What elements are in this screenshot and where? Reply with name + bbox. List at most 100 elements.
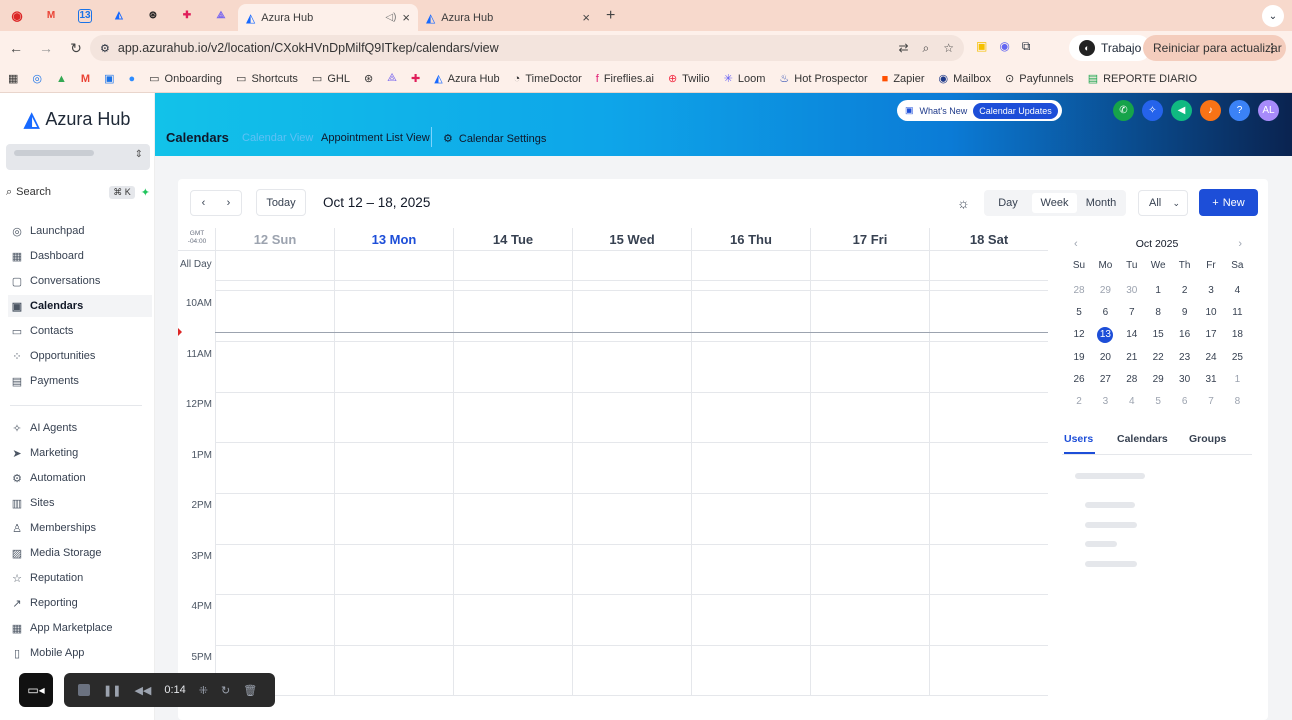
mini-calendar-day[interactable]: 6	[1172, 394, 1198, 410]
tab-groups[interactable]: Groups	[1189, 433, 1226, 445]
tab-azura-hub-active[interactable]: ◭ Azura Hub ◁) ×	[238, 4, 418, 31]
bookmark-twilio[interactable]: ⊕ Twilio	[668, 72, 710, 86]
mini-calendar-day[interactable]: 15	[1145, 327, 1171, 343]
mini-calendar-day[interactable]: 29	[1092, 283, 1118, 299]
mini-calendar-day[interactable]: 2	[1172, 283, 1198, 299]
bookmark-slack-icon[interactable]: ✚	[411, 72, 420, 85]
bookmark-ghl[interactable]: ▭ GHL	[312, 72, 350, 86]
day-header-tue[interactable]: 14 Tue	[453, 228, 572, 250]
bookmark-clickup-icon[interactable]: ⟁	[387, 72, 397, 85]
mini-calendar-day[interactable]: 5	[1066, 305, 1092, 321]
site-info-icon[interactable]: ⚙	[100, 42, 110, 55]
sidebar-item-memberships[interactable]: ♙ Memberships	[8, 517, 152, 539]
speaker-icon[interactable]: ◁)	[385, 12, 396, 23]
bookmark-zapier[interactable]: ■ Zapier	[882, 73, 925, 85]
bookmark-star-icon[interactable]: ☆	[943, 41, 954, 56]
mini-calendar-day[interactable]: 5	[1145, 394, 1171, 410]
close-tab-icon[interactable]: ×	[582, 10, 590, 25]
mini-calendar-day[interactable]: 6	[1092, 305, 1118, 321]
bookmark-loom[interactable]: ✳ Loom	[724, 72, 766, 86]
mini-calendar-day[interactable]: 26	[1066, 372, 1092, 388]
mini-calendar-day[interactable]: 4	[1119, 394, 1145, 410]
stop-icon[interactable]	[78, 684, 90, 696]
sidebar-item-launchpad[interactable]: ◎ Launchpad	[8, 220, 152, 242]
tab-search-icon[interactable]: ⌄	[1262, 5, 1284, 27]
reload-icon[interactable]: ↻	[62, 40, 90, 57]
sidebar-search[interactable]: ⌕ Search ⌘ K ✦	[6, 182, 150, 202]
mini-calendar-day[interactable]: 16	[1172, 327, 1198, 343]
tab-azura-hub[interactable]: ◭ Azura Hub ×	[418, 4, 598, 31]
trash-icon[interactable]: 🗑	[243, 684, 257, 697]
whats-new-pill[interactable]: ▣ What's New Calendar Updates	[897, 100, 1062, 121]
mini-calendar-day[interactable]: 9	[1172, 305, 1198, 321]
mini-calendar-day[interactable]: 11	[1224, 305, 1250, 321]
sidebar-item-payments[interactable]: ▤ Payments	[8, 370, 152, 392]
mini-calendar-day[interactable]: 31	[1198, 372, 1224, 388]
today-button[interactable]: Today	[256, 189, 306, 216]
translate-icon[interactable]: ⇄	[898, 41, 908, 56]
update-button[interactable]: Reiniciar para actualizar ⋮	[1143, 35, 1286, 61]
view-week-button[interactable]: Week	[1032, 193, 1077, 213]
bookmark-chatgpt-icon[interactable]: ⊛	[364, 72, 373, 85]
bookmark-zoom-icon[interactable]: ●	[128, 73, 135, 85]
profile-button[interactable]: ◐ Trabajo	[1069, 35, 1152, 61]
pinned-tab-chatgpt[interactable]: ⊛	[136, 0, 170, 31]
megaphone-icon[interactable]: ◀	[1171, 100, 1192, 121]
mini-calendar-day[interactable]: 12	[1066, 327, 1092, 343]
bookmark-gmail-icon[interactable]: M	[81, 73, 90, 85]
day-header-mon[interactable]: 13 Mon	[334, 228, 453, 250]
mini-calendar-day[interactable]: 30	[1172, 372, 1198, 388]
help-icon[interactable]: ?	[1229, 100, 1250, 121]
forward-icon[interactable]: →	[32, 40, 60, 56]
mini-calendar-day[interactable]: 24	[1198, 350, 1224, 366]
sidebar-item-reputation[interactable]: ☆ Reputation	[8, 567, 152, 589]
sidebar-item-marketing[interactable]: ➤ Marketing	[8, 442, 152, 464]
pinned-tab-calendar[interactable]: 13	[68, 0, 102, 31]
bookmark-drive-icon[interactable]: ▲	[56, 73, 67, 85]
bookmark-onboarding[interactable]: ▭ Onboarding	[149, 72, 222, 86]
sidebar-item-mobile-app[interactable]: ▯ Mobile App	[8, 642, 152, 664]
day-header-thu[interactable]: 16 Thu	[691, 228, 810, 250]
mini-calendar-day[interactable]: 8	[1145, 305, 1171, 321]
mini-calendar-day[interactable]: 3	[1092, 394, 1118, 410]
chevron-left-icon[interactable]: ‹	[191, 197, 216, 209]
day-header-sun[interactable]: 12 Sun	[215, 228, 334, 250]
mini-calendar-day[interactable]: 21	[1119, 350, 1145, 366]
tab-appointment-list-view[interactable]: Appointment List View	[321, 132, 430, 144]
extensions-puzzle-icon[interactable]: ⧉	[1022, 39, 1031, 54]
pinned-tab-slack[interactable]: ✚	[170, 0, 204, 31]
view-month-button[interactable]: Month	[1080, 193, 1122, 213]
drawing-icon[interactable]: ⁜	[199, 684, 208, 697]
mini-calendar-day[interactable]: 2	[1066, 394, 1092, 410]
mini-calendar-day[interactable]: 28	[1066, 283, 1092, 299]
pinned-tab-azura[interactable]: ◭	[102, 0, 136, 31]
tab-users[interactable]: Users	[1064, 433, 1093, 445]
back-icon[interactable]: ←	[2, 40, 30, 56]
apps-icon[interactable]: ▦	[8, 72, 18, 85]
pinned-tab-record[interactable]: ◉	[0, 0, 34, 31]
tab-calendars[interactable]: Calendars	[1117, 433, 1168, 445]
address-bar[interactable]: ⚙ app.azurahub.io/v2/location/CXokHVnDpM…	[90, 35, 964, 61]
mini-calendar-day[interactable]: 4	[1224, 283, 1250, 299]
mini-calendar-day[interactable]: 3	[1198, 283, 1224, 299]
bookmark-payfunnels[interactable]: ⊙ Payfunnels	[1005, 72, 1074, 86]
zoom-icon[interactable]: ⌕	[923, 41, 930, 56]
sun-icon[interactable]: ☼	[957, 195, 970, 211]
bookmark-icon[interactable]: ◎	[32, 72, 42, 85]
mini-calendar-day[interactable]: 18	[1224, 327, 1250, 343]
mini-calendar-day[interactable]: 25	[1224, 350, 1250, 366]
new-button[interactable]: + New	[1199, 189, 1258, 216]
mini-calendar-day[interactable]: 29	[1145, 372, 1171, 388]
mini-calendar-day[interactable]: 27	[1092, 372, 1118, 388]
mini-calendar-day[interactable]: 23	[1172, 350, 1198, 366]
user-avatar[interactable]: AL	[1258, 100, 1279, 121]
pinned-tab-clickup[interactable]: ⟁	[204, 0, 238, 31]
mini-calendar-day[interactable]: 28	[1119, 372, 1145, 388]
sidebar-item-sites[interactable]: ▥ Sites	[8, 492, 152, 514]
bookmark-reporte-diario[interactable]: ▤ REPORTE DIARIO	[1088, 72, 1197, 86]
phone-icon[interactable]: ✆	[1113, 100, 1134, 121]
mini-calendar-day[interactable]: 19	[1066, 350, 1092, 366]
bookmark-timedoctor[interactable]: ◔ TimeDoctor	[514, 73, 582, 85]
day-header-fri[interactable]: 17 Fri	[810, 228, 929, 250]
mini-calendar-day[interactable]: 1	[1145, 283, 1171, 299]
